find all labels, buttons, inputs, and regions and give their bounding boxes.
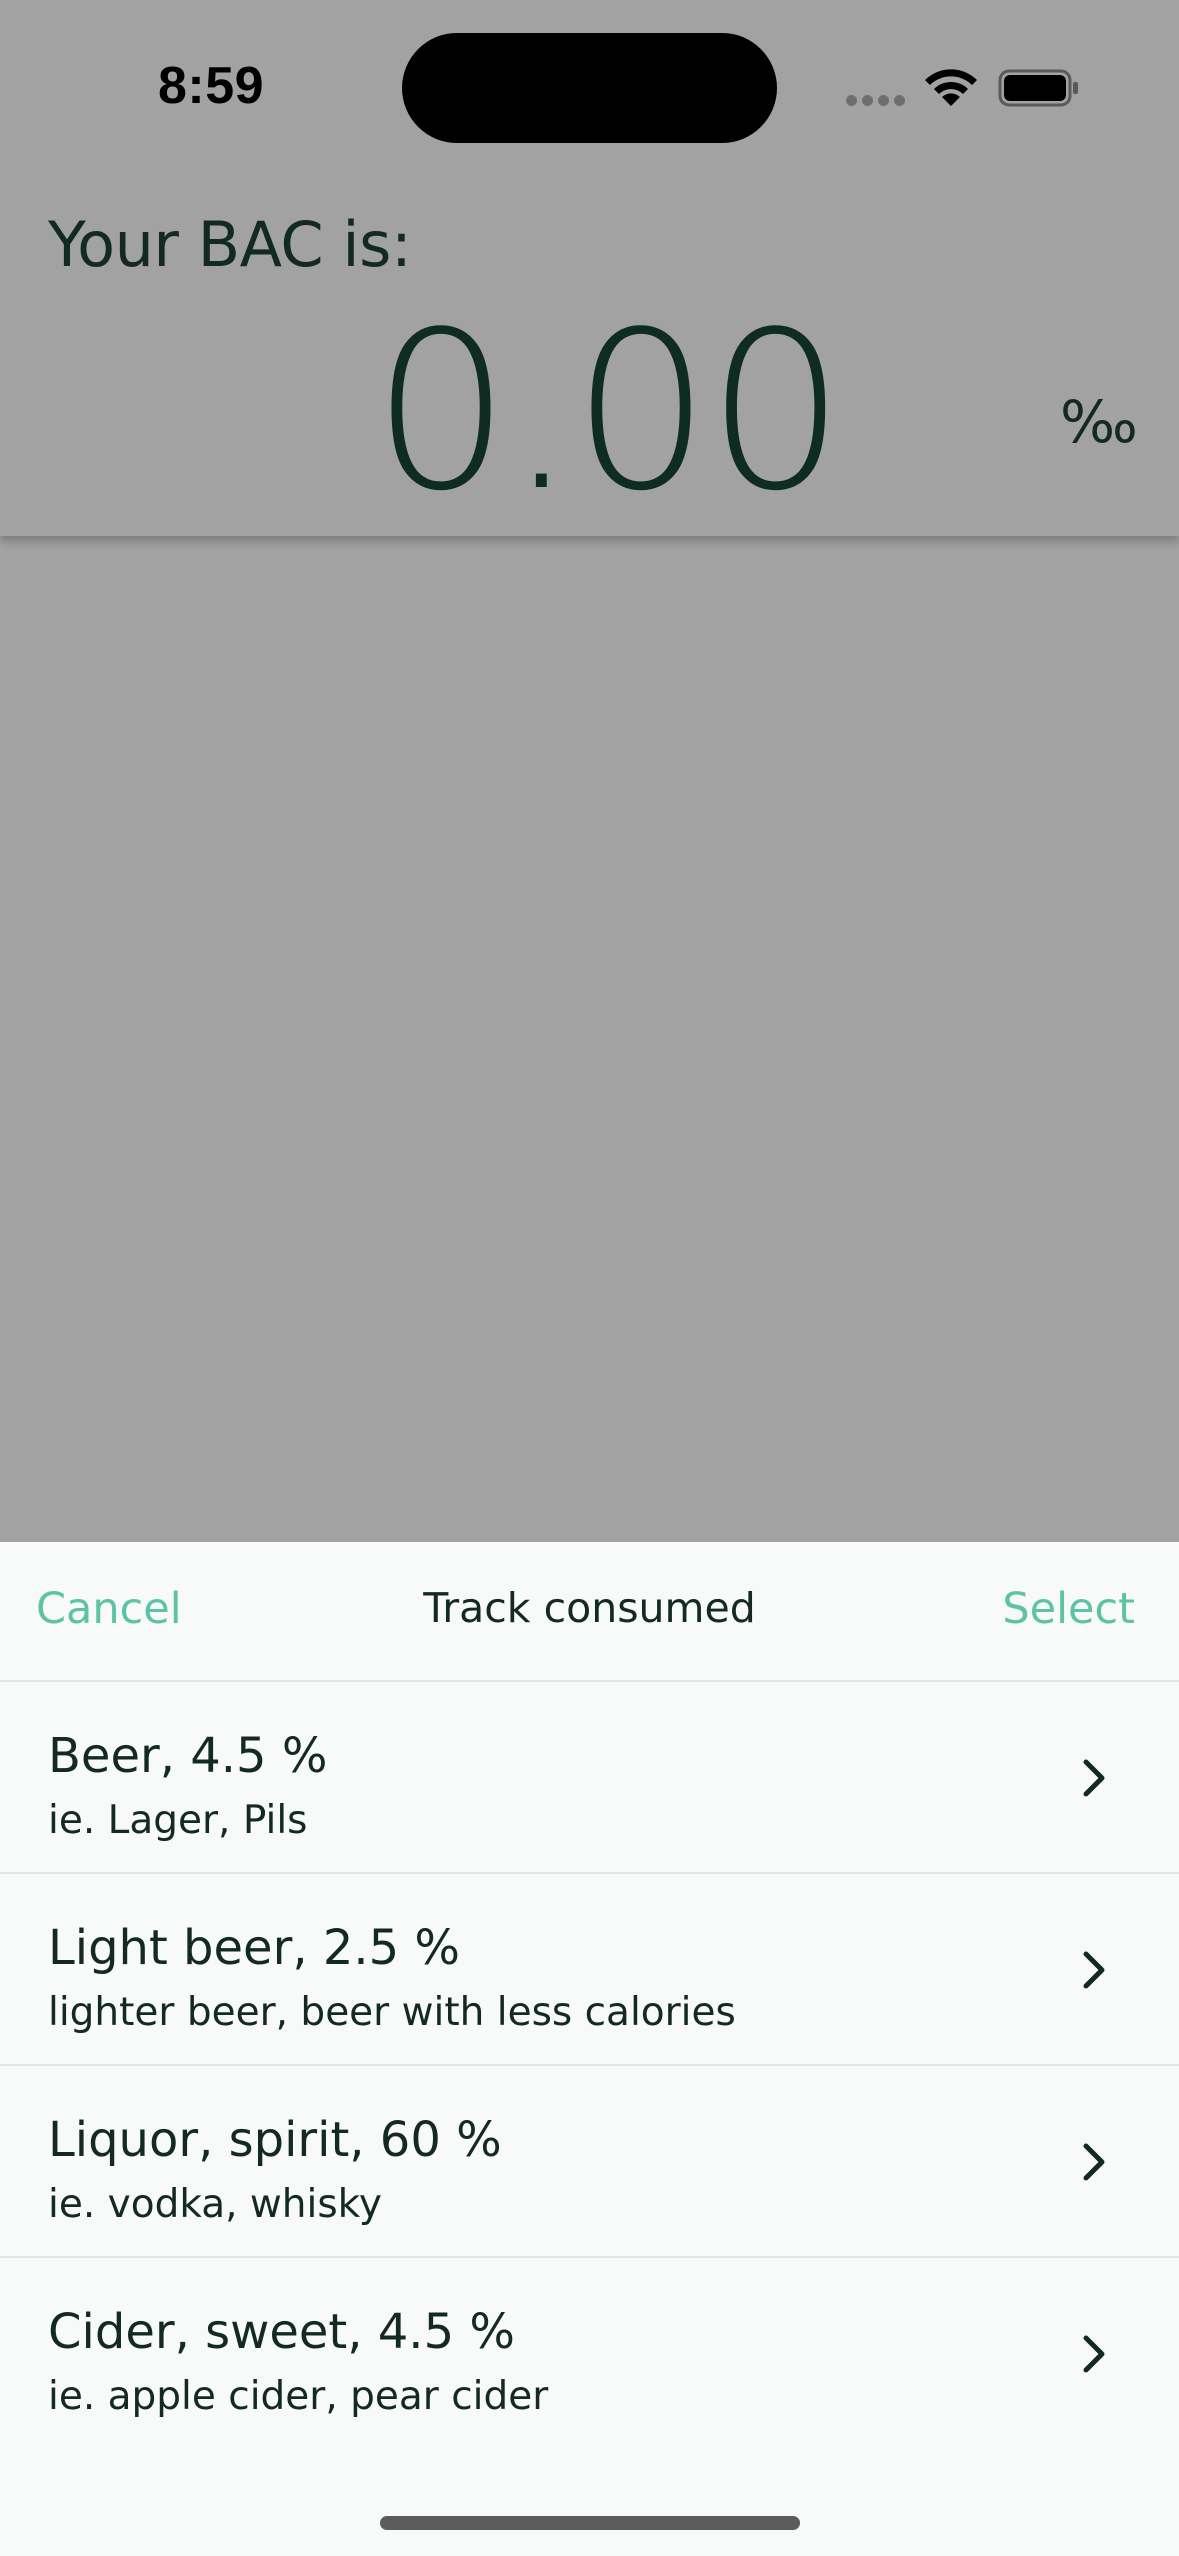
- drink-name: Beer, 4.5 %: [48, 1728, 328, 1784]
- chevron-right-icon: [1083, 2335, 1105, 2373]
- drink-item-liquor[interactable]: Liquor, spirit, 60 % ie. vodka, whisky: [0, 2066, 1179, 2258]
- bac-value: 0.00: [372, 286, 845, 539]
- cellular-signal-icon: [846, 95, 906, 107]
- dynamic-island: [402, 33, 777, 143]
- chevron-right-icon: [1083, 1759, 1105, 1797]
- bac-label: Your BAC is:: [48, 208, 412, 281]
- wifi-icon: [925, 69, 977, 106]
- status-bar: 8:59: [0, 0, 1179, 170]
- drink-description: ie. Lager, Pils: [48, 1798, 308, 1843]
- drink-item-beer[interactable]: Beer, 4.5 % ie. Lager, Pils: [0, 1682, 1179, 1874]
- bac-header: 8:59 Your BAC is: 0.00 ‰: [0, 0, 1179, 536]
- drink-item-cider[interactable]: Cider, sweet, 4.5 % ie. apple cider, pea…: [0, 2258, 1179, 2448]
- drink-item-light-beer[interactable]: Light beer, 2.5 % lighter beer, beer wit…: [0, 1874, 1179, 2066]
- select-button[interactable]: Select: [1002, 1584, 1135, 1634]
- chevron-right-icon: [1083, 2143, 1105, 2181]
- drink-name: Cider, sweet, 4.5 %: [48, 2304, 515, 2360]
- bac-unit: ‰: [1060, 388, 1138, 456]
- sheet-toolbar: Cancel Track consumed Select: [0, 1542, 1179, 1682]
- drink-description: ie. vodka, whisky: [48, 2182, 382, 2227]
- status-time: 8:59: [158, 57, 265, 115]
- drink-name: Liquor, spirit, 60 %: [48, 2112, 502, 2168]
- drink-list: Beer, 4.5 % ie. Lager, Pils Light beer, …: [0, 1682, 1179, 2448]
- chevron-right-icon: [1083, 1951, 1105, 1989]
- drink-name: Light beer, 2.5 %: [48, 1920, 461, 1976]
- drink-description: lighter beer, beer with less calories: [48, 1990, 736, 2035]
- drink-description: ie. apple cider, pear cider: [48, 2374, 549, 2419]
- home-indicator[interactable]: [380, 2516, 800, 2530]
- track-consumed-sheet: Cancel Track consumed Select Beer, 4.5 %…: [0, 1542, 1179, 2556]
- battery-icon: [998, 69, 1078, 107]
